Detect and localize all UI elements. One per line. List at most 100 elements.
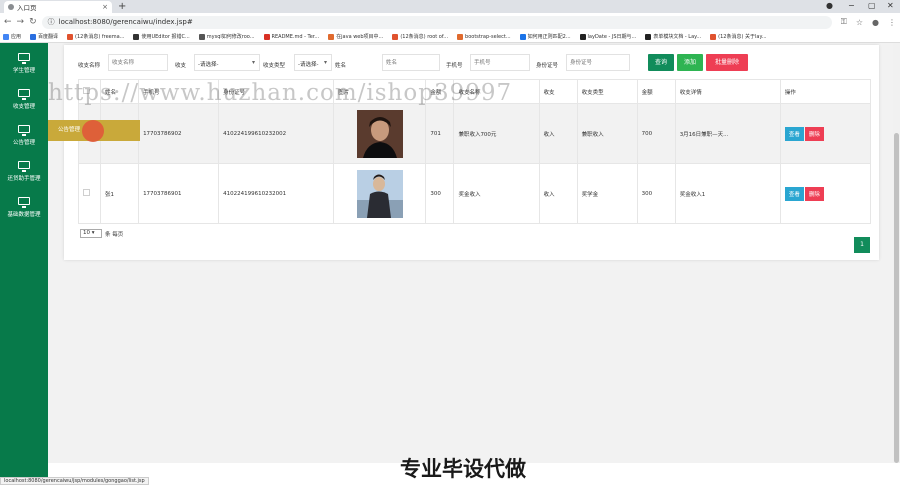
row-checkbox[interactable] (83, 189, 90, 196)
vertical-scrollbar[interactable] (893, 43, 900, 463)
table-row[interactable]: 张1 17703786901 410224199610232001 300 奖金… (77, 163, 872, 224)
bookmark-favicon-icon (30, 33, 37, 40)
menu-icon[interactable]: ⋮ (888, 18, 896, 27)
tab-close-icon[interactable]: × (102, 3, 108, 11)
browser-tab[interactable]: 入口页 × (4, 1, 112, 13)
star-icon[interactable]: ☆ (856, 18, 863, 27)
phone-input[interactable] (470, 54, 530, 71)
profile-icon[interactable]: ● (826, 1, 833, 10)
sidebar-item-label: 还贷助手管理 (7, 176, 41, 182)
bookmark-item[interactable]: README.md - Ter... (263, 33, 320, 40)
bookmark-label: (12条消息) 关于lay... (718, 34, 767, 40)
sidebar-item-label: 公告管理 (12, 140, 35, 146)
bookmark-favicon-icon (645, 33, 652, 40)
bookmark-item[interactable]: 如何用正则匹配2... (519, 33, 571, 40)
footer-caption: 专业毕设代做 (400, 457, 526, 481)
restore-icon[interactable]: ▢ (868, 1, 876, 10)
bookmark-item[interactable]: mysql如何修改roo... (198, 33, 255, 40)
table-cell: 410224199610232002 (218, 103, 335, 164)
page-size-label: 条 每页 (105, 231, 124, 238)
photo-cell (333, 103, 427, 164)
bookmark-item[interactable]: 表单模块文档 - Lay... (645, 33, 701, 40)
cursor-highlight (82, 120, 104, 142)
bookmark-item[interactable]: 百度翻译 (30, 33, 58, 40)
back-icon[interactable]: ← (4, 17, 12, 27)
url-text: localhost:8080/gerencaiwu/index.jsp# (58, 18, 193, 26)
column-header: 收支类型 (576, 79, 638, 104)
column-header: 收支 (538, 79, 578, 104)
query-button[interactable]: 查询 (648, 54, 674, 71)
scrollbar-thumb[interactable] (894, 133, 899, 463)
window-close-icon[interactable]: ✕ (887, 1, 894, 10)
name-input[interactable] (108, 54, 168, 71)
bookmark-item[interactable]: 使用UEditor 报错C... (133, 33, 190, 40)
table-cell: 17703786901 (138, 163, 220, 224)
minimize-icon[interactable]: − (848, 1, 855, 10)
actions-cell: 查看 删除 (779, 163, 872, 224)
sidebar: 学生管理 收支管理 公告管理 还贷助手管理 基础数据管理 (0, 43, 48, 485)
bookmarks-bar: 应用 百度翻译 (12条消息) freema... 使用UEditor 报错C... m… (0, 31, 900, 43)
idcard-input[interactable] (566, 54, 630, 71)
tab-favicon-icon (8, 4, 14, 10)
sidebar-item-loan-assistant[interactable]: 还贷助手管理 (0, 161, 48, 191)
bookmark-item[interactable]: bootstrap-select... (457, 33, 511, 40)
phone-label: 手机号 (446, 63, 463, 69)
bookmark-label: README.md - Ter... (271, 33, 320, 40)
view-button[interactable]: 查看 (784, 126, 804, 141)
photo-cell (333, 163, 427, 224)
forward-icon[interactable]: → (17, 17, 25, 27)
bookmark-favicon-icon (710, 33, 717, 40)
bookmark-favicon-icon (579, 33, 586, 40)
profile-avatar-icon[interactable]: ● (872, 18, 879, 27)
delete-button[interactable]: 删除 (804, 186, 824, 201)
table-cell: 300 (636, 163, 676, 224)
person-photo (356, 109, 403, 158)
bookmark-favicon-icon (457, 33, 464, 40)
table-cell: 张1 (100, 163, 140, 224)
person-label: 姓名 (335, 63, 347, 69)
chevron-down-icon: ▾ (91, 230, 95, 236)
actions-cell: 查看 删除 (779, 103, 872, 164)
table-cell: 410224199610232001 (218, 163, 335, 224)
table-cell: 奖金收入1 (674, 163, 781, 224)
bookmark-label: 在java web项目中... (336, 34, 384, 40)
type2-select[interactable]: -请选择- (294, 54, 332, 71)
list-card: 收支名称 收支 -请选择- 收支类型 -请选择- 姓名 手机号 身份证号 查询 … (64, 45, 879, 260)
bookmark-item[interactable]: 应用 (3, 33, 21, 40)
column-header: 操作 (779, 79, 872, 104)
table-cell: 收入 (538, 163, 578, 224)
sidebar-item-income-expense[interactable]: 收支管理 (0, 89, 48, 119)
bookmark-item[interactable]: layDate - JS日期与... (579, 33, 636, 40)
bookmark-item[interactable]: (12条消息) 关于lay... (710, 33, 767, 40)
table-cell: 兼职收入700元 (453, 103, 540, 164)
add-button[interactable]: 添加 (677, 54, 703, 71)
sidebar-item-students[interactable]: 学生管理 (0, 53, 48, 83)
main-content: 收支名称 收支 -请选择- 收支类型 -请选择- 姓名 手机号 身份证号 查询 … (48, 43, 893, 463)
row-select-cell[interactable] (77, 163, 102, 224)
site-info-icon[interactable]: ⓘ (48, 17, 55, 27)
bookmark-item[interactable]: (12条消息) freema... (67, 33, 124, 40)
monitor-icon (18, 197, 30, 208)
person-input[interactable] (382, 54, 440, 71)
delete-button[interactable]: 删除 (804, 126, 824, 141)
page-size-select[interactable]: 10 ▾ (80, 229, 102, 238)
table-cell: 兼职收入 (576, 103, 638, 164)
batch-delete-button[interactable]: 批量删除 (706, 54, 748, 71)
bookmark-favicon-icon (392, 33, 399, 40)
view-button[interactable]: 查看 (784, 186, 804, 201)
page-number-button[interactable]: 1 (854, 237, 870, 253)
new-tab-icon[interactable]: + (118, 1, 126, 12)
type1-select[interactable]: -请选择- (194, 54, 260, 71)
table-cell: 奖学金 (576, 163, 638, 224)
sidebar-item-base-data[interactable]: 基础数据管理 (0, 197, 48, 227)
url-field[interactable]: ⓘ localhost:8080/gerencaiwu/index.jsp# (41, 15, 832, 29)
sidebar-item-announcements[interactable]: 公告管理 (0, 125, 48, 155)
bookmark-item[interactable]: 在java web项目中... (328, 33, 383, 40)
reload-icon[interactable]: ↻ (29, 17, 37, 27)
type2-select-value: -请选择- (298, 62, 319, 68)
key-icon[interactable]: ⚿ (841, 17, 847, 27)
column-header: 收支详情 (674, 79, 781, 104)
table-row[interactable]: 张2 17703786902 410224199610232002 701 兼职… (77, 103, 872, 164)
bookmark-label: (12条消息) root of... (400, 34, 449, 40)
bookmark-item[interactable]: (12条消息) root of... (392, 33, 448, 40)
